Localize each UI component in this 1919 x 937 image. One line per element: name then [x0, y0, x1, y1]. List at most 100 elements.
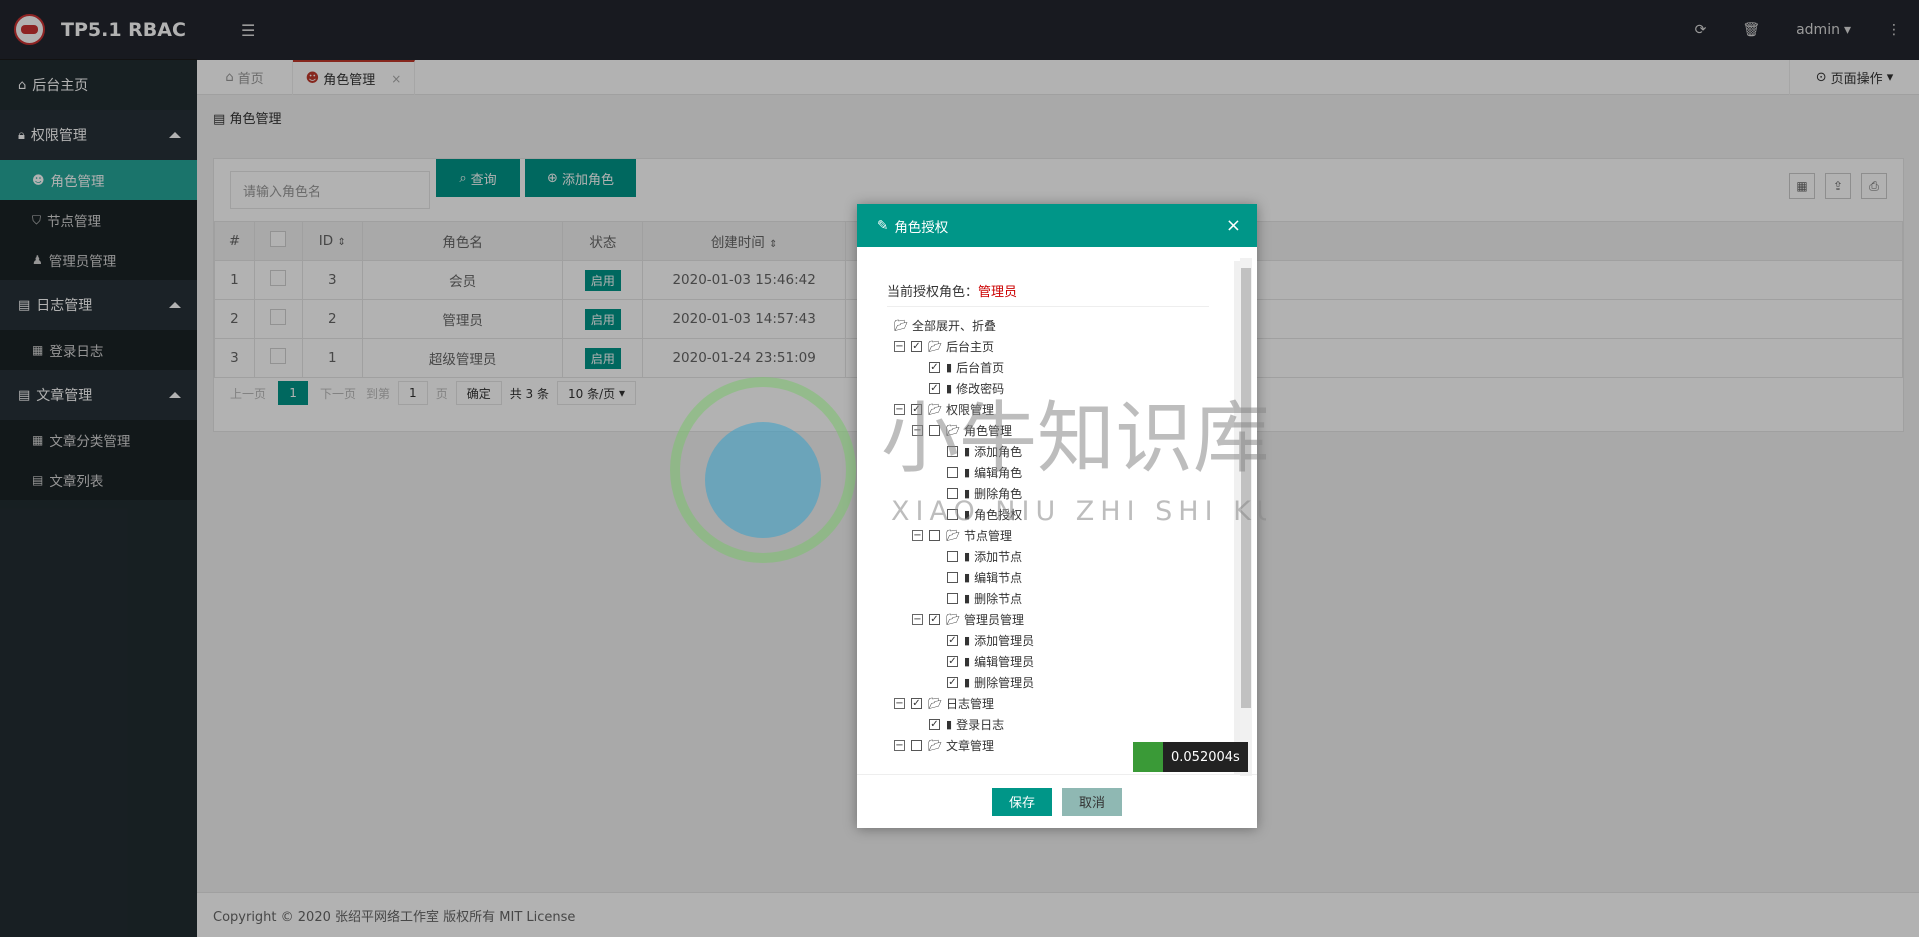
- tree-node-label: 编辑节点: [974, 571, 1023, 585]
- file-icon: ▮: [964, 634, 971, 647]
- tree-node[interactable]: − 📂︎ 角色管理: [912, 422, 1012, 439]
- folder-open-icon: 📂︎: [946, 529, 960, 542]
- tree-node[interactable]: ✓ ▮ 后台首页: [912, 359, 1004, 376]
- tree-checkbox[interactable]: [947, 467, 958, 478]
- dialog-scrollbar[interactable]: [1240, 258, 1252, 776]
- tree-node[interactable]: ▮ 添加节点: [930, 548, 1022, 565]
- expand-all-label: 全部展开、折叠: [911, 319, 996, 333]
- tree-checkbox[interactable]: ✓: [947, 635, 958, 646]
- collapse-toggle-icon[interactable]: −: [912, 425, 923, 436]
- tree-node-label: 管理员管理: [963, 613, 1024, 627]
- tree-node[interactable]: − ✓ 📂︎ 权限管理: [894, 401, 994, 418]
- tree-node-label: 编辑管理员: [974, 655, 1035, 669]
- file-icon: ▮: [964, 592, 971, 605]
- tree-node-label: 后台主页: [945, 340, 994, 354]
- dialog-header: ✎ 角色授权 ×: [857, 204, 1257, 247]
- tree-node-label: 删除管理员: [974, 676, 1035, 690]
- tree-node-label: 角色管理: [963, 424, 1012, 438]
- save-button[interactable]: 保存: [992, 787, 1052, 816]
- tree-node-label: 编辑角色: [974, 466, 1023, 480]
- file-icon: ▮: [964, 571, 971, 584]
- tree-checkbox[interactable]: [947, 488, 958, 499]
- tree-node[interactable]: ▮ 编辑节点: [930, 569, 1022, 586]
- tree-checkbox[interactable]: ✓: [929, 383, 940, 394]
- dialog-body: 当前授权角色：管理员 📂︎ 全部展开、折叠 − ✓ 📂︎ 后台主页 ✓ ▮ 后台首页 ✓ ▮ 修改…: [872, 261, 1244, 775]
- collapse-toggle-icon[interactable]: −: [894, 404, 905, 415]
- current-role: 当前授权角色：管理员: [887, 281, 1209, 307]
- current-role-value: 管理员: [978, 285, 1018, 300]
- tree-checkbox[interactable]: ✓: [929, 362, 940, 373]
- tree-node[interactable]: ▮ 删除角色: [930, 485, 1022, 502]
- scrollbar-thumb[interactable]: [1241, 268, 1251, 708]
- folder-open-icon: 📂︎: [928, 403, 942, 416]
- thinkphp-logo-icon: [1133, 742, 1163, 772]
- file-icon: ▮: [964, 487, 971, 500]
- tree-node-label: 修改密码: [956, 382, 1005, 396]
- folder-open-icon: 📂︎: [946, 424, 960, 437]
- tree-node-label: 添加节点: [974, 550, 1023, 564]
- tree-checkbox[interactable]: [947, 551, 958, 562]
- tree-checkbox[interactable]: ✓: [947, 656, 958, 667]
- collapse-toggle-icon[interactable]: −: [912, 614, 923, 625]
- collapse-toggle-icon[interactable]: −: [894, 341, 905, 352]
- tree-checkbox[interactable]: [947, 572, 958, 583]
- tree-checkbox[interactable]: [929, 530, 940, 541]
- tree-node-label: 权限管理: [945, 403, 994, 417]
- tree-node[interactable]: ✓ ▮ 删除管理员: [930, 674, 1034, 691]
- tree-node-label: 添加管理员: [974, 634, 1035, 648]
- tree-node[interactable]: − 📂︎ 节点管理: [912, 527, 1012, 544]
- tree-checkbox[interactable]: [947, 509, 958, 520]
- tree-node-label: 后台首页: [956, 361, 1005, 375]
- tree-node[interactable]: ▮ 添加角色: [930, 443, 1022, 460]
- cancel-button[interactable]: 取消: [1062, 787, 1122, 816]
- edit-icon: ✎: [877, 217, 889, 234]
- file-icon: ▮: [964, 508, 971, 521]
- expand-all-toggle[interactable]: 📂︎ 全部展开、折叠: [894, 317, 996, 334]
- tree-checkbox[interactable]: ✓: [929, 614, 940, 625]
- tree-node[interactable]: ✓ ▮ 编辑管理员: [930, 653, 1034, 670]
- tree-checkbox[interactable]: ✓: [911, 341, 922, 352]
- tree-checkbox[interactable]: [947, 446, 958, 457]
- tree-node[interactable]: ✓ ▮ 登录日志: [912, 716, 1004, 733]
- tree-node[interactable]: ▮ 角色授权: [930, 506, 1022, 523]
- file-icon: ▮: [946, 382, 953, 395]
- folder-open-icon: 📂︎: [946, 613, 960, 626]
- tree-node-label: 添加角色: [974, 445, 1023, 459]
- tree-checkbox[interactable]: ✓: [911, 404, 922, 415]
- debug-timer[interactable]: 0.052004s: [1133, 742, 1248, 772]
- close-icon[interactable]: ×: [1226, 215, 1241, 236]
- tree-node-label: 日志管理: [945, 697, 994, 711]
- tree-node[interactable]: − ✓ 📂︎ 日志管理: [894, 695, 994, 712]
- tree-node[interactable]: ▮ 删除节点: [930, 590, 1022, 607]
- tree-checkbox[interactable]: ✓: [947, 677, 958, 688]
- role-auth-dialog: ✎ 角色授权 × 当前授权角色：管理员 📂︎ 全部展开、折叠 − ✓ 📂︎ 后台主页 ✓…: [857, 204, 1257, 828]
- tree-checkbox[interactable]: [929, 425, 940, 436]
- tree-node[interactable]: ▮ 编辑角色: [930, 464, 1022, 481]
- folder-open-icon: 📂︎: [928, 340, 942, 353]
- timer-value: 0.052004s: [1163, 742, 1248, 772]
- tree-node-label: 删除角色: [974, 487, 1023, 501]
- folder-open-icon: 📂︎: [894, 319, 908, 332]
- file-icon: ▮: [946, 361, 953, 374]
- tree-checkbox[interactable]: [947, 593, 958, 604]
- tree-checkbox[interactable]: ✓: [911, 698, 922, 709]
- dialog-footer: 保存 取消: [857, 774, 1257, 828]
- file-icon: ▮: [964, 550, 971, 563]
- tree-node[interactable]: ✓ ▮ 修改密码: [912, 380, 1004, 397]
- file-icon: ▮: [946, 718, 953, 731]
- tree-checkbox[interactable]: ✓: [929, 719, 940, 730]
- tree-node[interactable]: ✓ ▮ 添加管理员: [930, 632, 1034, 649]
- tree-node-label: 文章管理: [945, 739, 994, 753]
- collapse-toggle-icon[interactable]: −: [912, 530, 923, 541]
- file-icon: ▮: [964, 466, 971, 479]
- tree-node[interactable]: − ✓ 📂︎ 后台主页: [894, 338, 994, 355]
- current-role-label: 当前授权角色：: [887, 285, 979, 300]
- collapse-toggle-icon[interactable]: −: [894, 740, 905, 751]
- collapse-toggle-icon[interactable]: −: [894, 698, 905, 709]
- tree-node[interactable]: − 📂︎ 文章管理: [894, 737, 994, 754]
- file-icon: ▮: [964, 445, 971, 458]
- tree-node[interactable]: − ✓ 📂︎ 管理员管理: [912, 611, 1024, 628]
- folder-open-icon: 📂︎: [928, 739, 942, 752]
- tree-checkbox[interactable]: [911, 740, 922, 751]
- dialog-title: 角色授权: [894, 219, 949, 236]
